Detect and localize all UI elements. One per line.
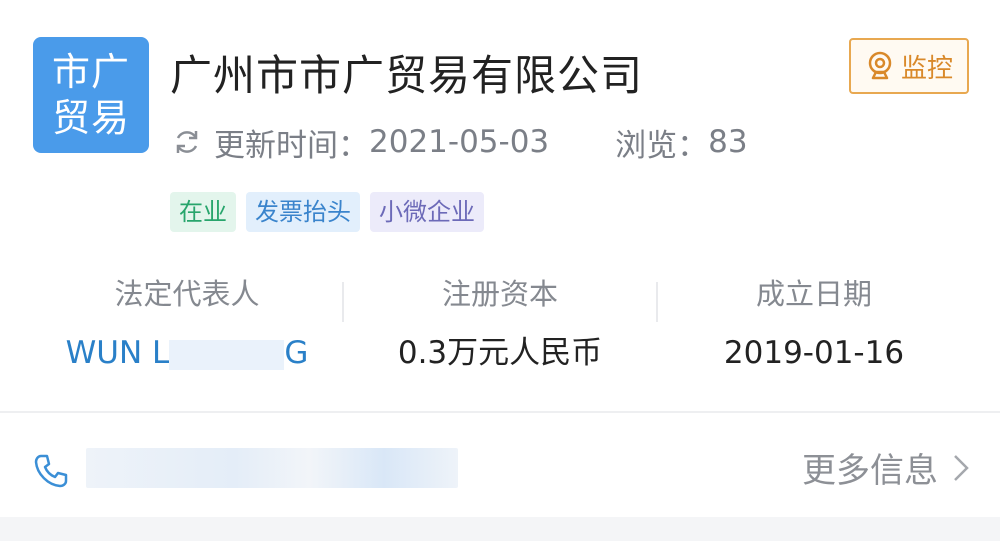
legal-rep-value-start: WUN L <box>65 335 170 371</box>
phone-number-redacted[interactable] <box>86 448 458 488</box>
info-columns: 法定代表人 WUN L G 注册资本 0.3万元人民币 成立日期 2019-01-… <box>0 272 1000 382</box>
phone-icon <box>34 454 68 488</box>
capital-value: 0.3万元人民币 <box>397 335 603 371</box>
redaction-mask <box>169 339 285 370</box>
company-logo: 市广 贸易 <box>33 37 149 153</box>
legal-rep-label: 法定代表人 <box>114 277 260 311</box>
legal-rep-value-end: G <box>284 335 309 371</box>
founded-value: 2019-01-16 <box>723 335 905 371</box>
monitor-button[interactable]: 监控 <box>849 38 969 94</box>
logo-line-2: 贸易 <box>51 96 130 140</box>
update-date: 2021-05-03 <box>369 124 550 160</box>
capital-label: 注册资本 <box>441 277 558 311</box>
column-divider <box>656 282 658 322</box>
views-label: 浏览： <box>615 127 709 164</box>
monitor-label: 监控 <box>900 53 953 84</box>
meta-row: 更新时间： 2021-05-03 浏览： 83 <box>172 120 748 164</box>
legal-rep-column: 法定代表人 WUN L G <box>30 272 344 376</box>
more-info-label: 更多信息 <box>802 451 938 491</box>
capital-column: 注册资本 0.3万元人民币 <box>343 272 657 376</box>
legal-rep-value[interactable]: WUN L G <box>30 330 344 376</box>
logo-line-1: 市广 <box>51 50 130 94</box>
column-divider <box>342 282 344 322</box>
founded-column: 成立日期 2019-01-16 <box>657 272 971 376</box>
status-tags: 在业 发票抬头 小微企业 <box>170 192 484 232</box>
founded-label: 成立日期 <box>755 277 872 311</box>
tag-invoice-title[interactable]: 发票抬头 <box>246 192 360 232</box>
company-name: 广州市市广贸易有限公司 <box>170 51 644 100</box>
tag-status-active: 在业 <box>170 192 236 232</box>
update-label: 更新时间： <box>214 127 369 164</box>
webcam-icon <box>868 51 892 80</box>
chevron-right-icon <box>954 454 969 481</box>
refresh-icon <box>176 131 198 153</box>
bottom-strip <box>0 517 1000 541</box>
more-info-link[interactable]: 更多信息 <box>802 443 970 492</box>
views-count: 83 <box>708 124 748 160</box>
tag-small-business: 小微企业 <box>370 192 484 232</box>
